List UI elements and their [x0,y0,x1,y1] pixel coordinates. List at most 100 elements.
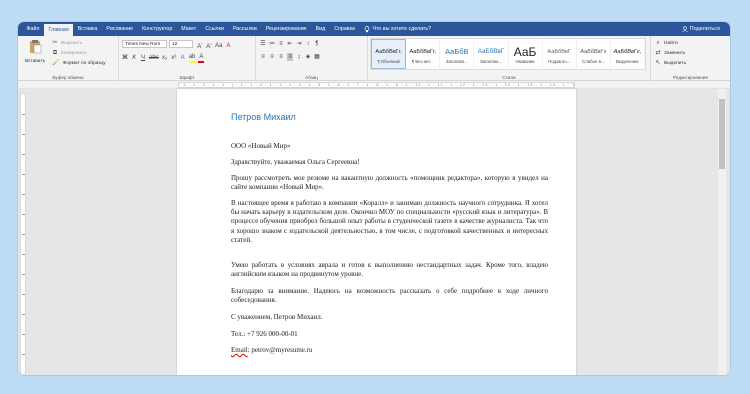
horizontal-ruler[interactable]: · 3 · 1 · 2 · 1 · 1 · | · 1 · 1 · 2 · 1 … [18,81,730,89]
style-title[interactable]: АаБ Название [509,39,543,69]
shrink-font-icon[interactable]: Av [206,40,212,51]
style-preview: АаБ [513,44,537,59]
editing-group-label: Редактирование [673,75,708,80]
style-name: Подзагол... [548,58,571,64]
align-right-icon[interactable]: ≡ [278,53,284,61]
scissors-icon: ✂ [52,40,58,46]
style-no-spacing[interactable]: АаБбВвГг, ¶ Без инт... [406,39,441,69]
format-painter-button[interactable]: 🖌 Формат по образцу [52,59,106,67]
style-preview: АаБбВ [445,46,469,56]
document-workspace: Петров Михаил ООО «Новый Мир» Здравствуй… [18,89,730,375]
style-name: Заголово... [479,58,502,64]
subscript-icon[interactable]: x₂ [162,54,168,62]
tab-insert[interactable]: Вставка [73,22,102,36]
tab-review[interactable]: Рецензирование [261,22,311,36]
multilevel-list-icon[interactable]: ≡ [278,40,284,48]
font-group: Times New Rom 12 A^ Av Aa A Ж К Ч abc x₂… [119,36,256,81]
vertical-ruler[interactable] [20,93,26,375]
ruler-tick [22,134,25,135]
shading-icon[interactable]: ◈ [305,53,311,61]
decrease-indent-icon[interactable]: ⇤ [287,40,293,48]
styles-group-label: Стили [502,75,516,80]
style-subtle-emphasis[interactable]: АаБбВвГг Слабое в... [577,39,611,69]
font-name-box[interactable]: Times New Rom [122,40,167,48]
vertical-scrollbar[interactable] [718,89,726,375]
replace-button[interactable]: ⇄ Заменить [655,49,685,57]
styles-gallery: АаБбВвГг, ¶ Обычный АаБбВвГг, ¶ Без инт...… [370,38,646,70]
ruler-tick [22,294,25,295]
bold-icon[interactable]: Ж [122,54,128,62]
copy-button[interactable]: ⧉ Копировать [52,49,87,57]
tab-view[interactable]: Вид [311,22,330,36]
tab-draw[interactable]: Рисование [102,22,138,36]
tab-layout[interactable]: Макет [177,22,201,36]
underline-icon[interactable]: Ч [140,54,146,62]
find-button[interactable]: ⌕ Найти [655,39,677,47]
style-preview: АаБбВвГг, [409,48,436,55]
scrollbar-thumb[interactable] [719,99,725,169]
paragraph-2: В настоящее время я работаю в компании «… [231,199,548,244]
tab-mailings[interactable]: Рассылки [228,22,261,36]
highlight-icon[interactable]: ab [188,53,196,63]
select-label: Выделить [664,60,687,66]
email-line: Email: petrov@myresume.ru [231,346,548,355]
ruler-tick [22,234,25,235]
paragraph-1: Прошу рассмотреть мое резюме на вакантну… [231,174,548,192]
email-label: Email [231,346,248,354]
font-color-icon[interactable]: A [198,53,205,63]
justify-icon[interactable]: ≡ [287,53,293,61]
pilcrow-icon[interactable]: ¶ [314,40,320,48]
cut-button[interactable]: ✂ Вырезать [52,39,82,47]
style-normal[interactable]: АаБбВвГг, ¶ Обычный [371,39,407,69]
tab-home[interactable]: Главная [44,24,74,36]
style-heading-2[interactable]: АаБбВвГ Заголово... [474,39,509,69]
word-window: Файл Главная Вставка Рисование Конструкт… [18,22,730,375]
paste-label: Вставить [24,59,46,64]
style-name: ¶ Без инт... [411,58,434,64]
align-left-icon[interactable]: ≡ [260,53,266,61]
ruler-tick [22,334,25,335]
paragraph-4: Благодарю за внимание. Надеюсь на возмож… [231,287,548,305]
clear-formatting-icon[interactable]: A [225,42,231,50]
increase-indent-icon[interactable]: ⇥ [296,40,302,48]
paste-button[interactable]: Вставить [24,39,46,64]
search-icon: ⌕ [656,40,660,46]
borders-icon[interactable]: ▦ [314,53,320,61]
clipboard-group: Вставить ✂ Вырезать ⧉ Копировать 🖌 Формат п… [18,36,119,81]
tab-help[interactable]: Справка [330,22,360,36]
share-button[interactable]: Поделиться [681,22,720,36]
paragraph-group-label: Абзац [305,75,318,80]
grow-font-icon[interactable]: A^ [197,40,203,51]
closing-line: С уважением, Петров Михаил. [231,313,323,321]
font-size-box[interactable]: 12 [169,40,193,48]
align-center-icon[interactable]: ≡ [269,53,275,61]
tell-me-text: Что вы хотите сделать? [372,26,432,32]
tab-file[interactable]: Файл [22,22,44,36]
tell-me-box[interactable]: Что вы хотите сделать? [364,25,432,33]
italic-icon[interactable]: К [131,54,137,62]
text-effects-icon[interactable]: A [180,54,186,62]
tab-design[interactable]: Конструктор [138,22,177,36]
change-case-icon[interactable]: Aa [215,42,222,50]
style-emphasis[interactable]: АаБбВвГг, Выделение [611,39,645,69]
superscript-icon[interactable]: x² [171,54,177,62]
cursor-icon: ↖ [655,60,661,66]
strikethrough-icon[interactable]: abc [149,54,159,62]
document-page[interactable]: Петров Михаил ООО «Новый Мир» Здравствуй… [177,89,576,375]
bullets-icon[interactable]: ☰ [260,40,266,48]
style-preview: АаБбВвГг, [613,48,642,55]
ribbon: Вставить ✂ Вырезать ⧉ Копировать 🖌 Формат п… [18,36,730,81]
style-heading-1[interactable]: АаБбВ Заголово... [440,39,475,69]
ruler-tick [22,154,25,155]
line-spacing-icon[interactable]: ↨ [296,53,302,61]
sort-icon[interactable]: ↕ [305,40,311,48]
style-subtitle[interactable]: АаБбВвГ Подзагол... [543,39,577,69]
select-button[interactable]: ↖ Выделить [655,59,686,67]
ruler-tick [22,114,25,115]
email-value: : petrov@myresume.ru [247,346,313,354]
numbering-icon[interactable]: ≔ [269,40,275,48]
brush-icon: 🖌 [52,60,60,66]
phone-line: Тел.: +7 926 000-00-01 [231,330,298,338]
tab-references[interactable]: Ссылки [201,22,229,36]
editing-group: ⌕ Найти ⇄ Заменить ↖ Выделить Редактировани… [651,36,730,81]
